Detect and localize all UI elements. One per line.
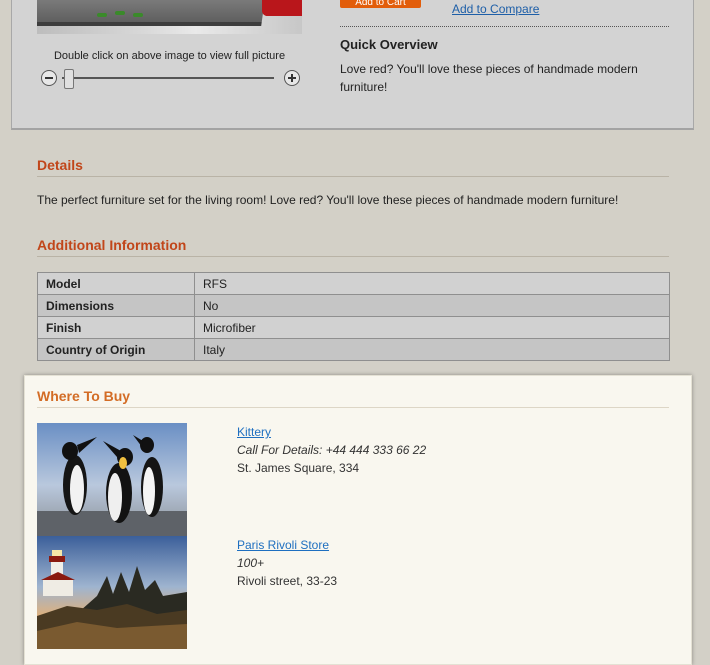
table-cell-label: Model bbox=[37, 272, 195, 295]
store-phone: Call For Details: +44 444 333 66 22 bbox=[237, 443, 427, 457]
table-cell-value: No bbox=[194, 294, 670, 317]
leaf-shape bbox=[133, 13, 143, 17]
store-address: St. James Square, 334 bbox=[237, 461, 360, 475]
red-furniture-shape bbox=[262, 0, 302, 16]
zoom-out-icon[interactable] bbox=[41, 70, 57, 86]
divider bbox=[340, 26, 669, 27]
table-cell-label: Country of Origin bbox=[37, 338, 195, 361]
additional-info-table: Model RFS Dimensions No Finish Microfibe… bbox=[37, 272, 670, 361]
store-address: Rivoli street, 33-23 bbox=[237, 574, 338, 588]
zoom-slider-track[interactable] bbox=[62, 77, 274, 79]
store-phone: 100+ bbox=[237, 556, 265, 570]
table-cell-label: Dimensions bbox=[37, 294, 195, 317]
table-row: Finish Microfiber bbox=[37, 316, 670, 339]
quick-overview-title: Quick Overview bbox=[340, 37, 438, 52]
store-link-kittery[interactable]: Kittery bbox=[237, 425, 271, 439]
table-row: Country of Origin Italy bbox=[37, 338, 670, 361]
store-link-paris-rivoli[interactable]: Paris Rivoli Store bbox=[237, 538, 329, 552]
lighthouse-photo-icon[interactable] bbox=[37, 536, 187, 649]
divider bbox=[37, 256, 669, 257]
rug-shape bbox=[37, 0, 265, 26]
table-row: Model RFS bbox=[37, 272, 670, 295]
image-note: Double click on above image to view full… bbox=[53, 50, 286, 62]
divider bbox=[37, 407, 669, 408]
add-to-cart-button[interactable]: Add to Cart bbox=[340, 0, 421, 8]
leaf-shape bbox=[115, 11, 125, 15]
divider bbox=[37, 176, 669, 177]
details-title: Details bbox=[37, 157, 83, 173]
table-row: Dimensions No bbox=[37, 294, 670, 317]
product-image[interactable] bbox=[37, 0, 302, 34]
quick-overview-text: Love red? You'll love these pieces of ha… bbox=[340, 62, 638, 94]
add-to-compare-link[interactable]: Add to Compare bbox=[452, 2, 539, 16]
table-cell-value: Italy bbox=[194, 338, 670, 361]
table-cell-label: Finish bbox=[37, 316, 195, 339]
penguins-photo-icon[interactable] bbox=[37, 423, 187, 536]
where-to-buy-title: Where To Buy bbox=[37, 388, 131, 404]
leaf-shape bbox=[97, 13, 107, 17]
details-text: The perfect furniture set for the living… bbox=[37, 193, 619, 207]
zoom-in-icon[interactable] bbox=[284, 70, 300, 86]
table-cell-value: Microfiber bbox=[194, 316, 670, 339]
zoom-slider-handle[interactable] bbox=[64, 69, 74, 89]
additional-info-title: Additional Information bbox=[37, 237, 187, 253]
table-cell-value: RFS bbox=[194, 272, 670, 295]
